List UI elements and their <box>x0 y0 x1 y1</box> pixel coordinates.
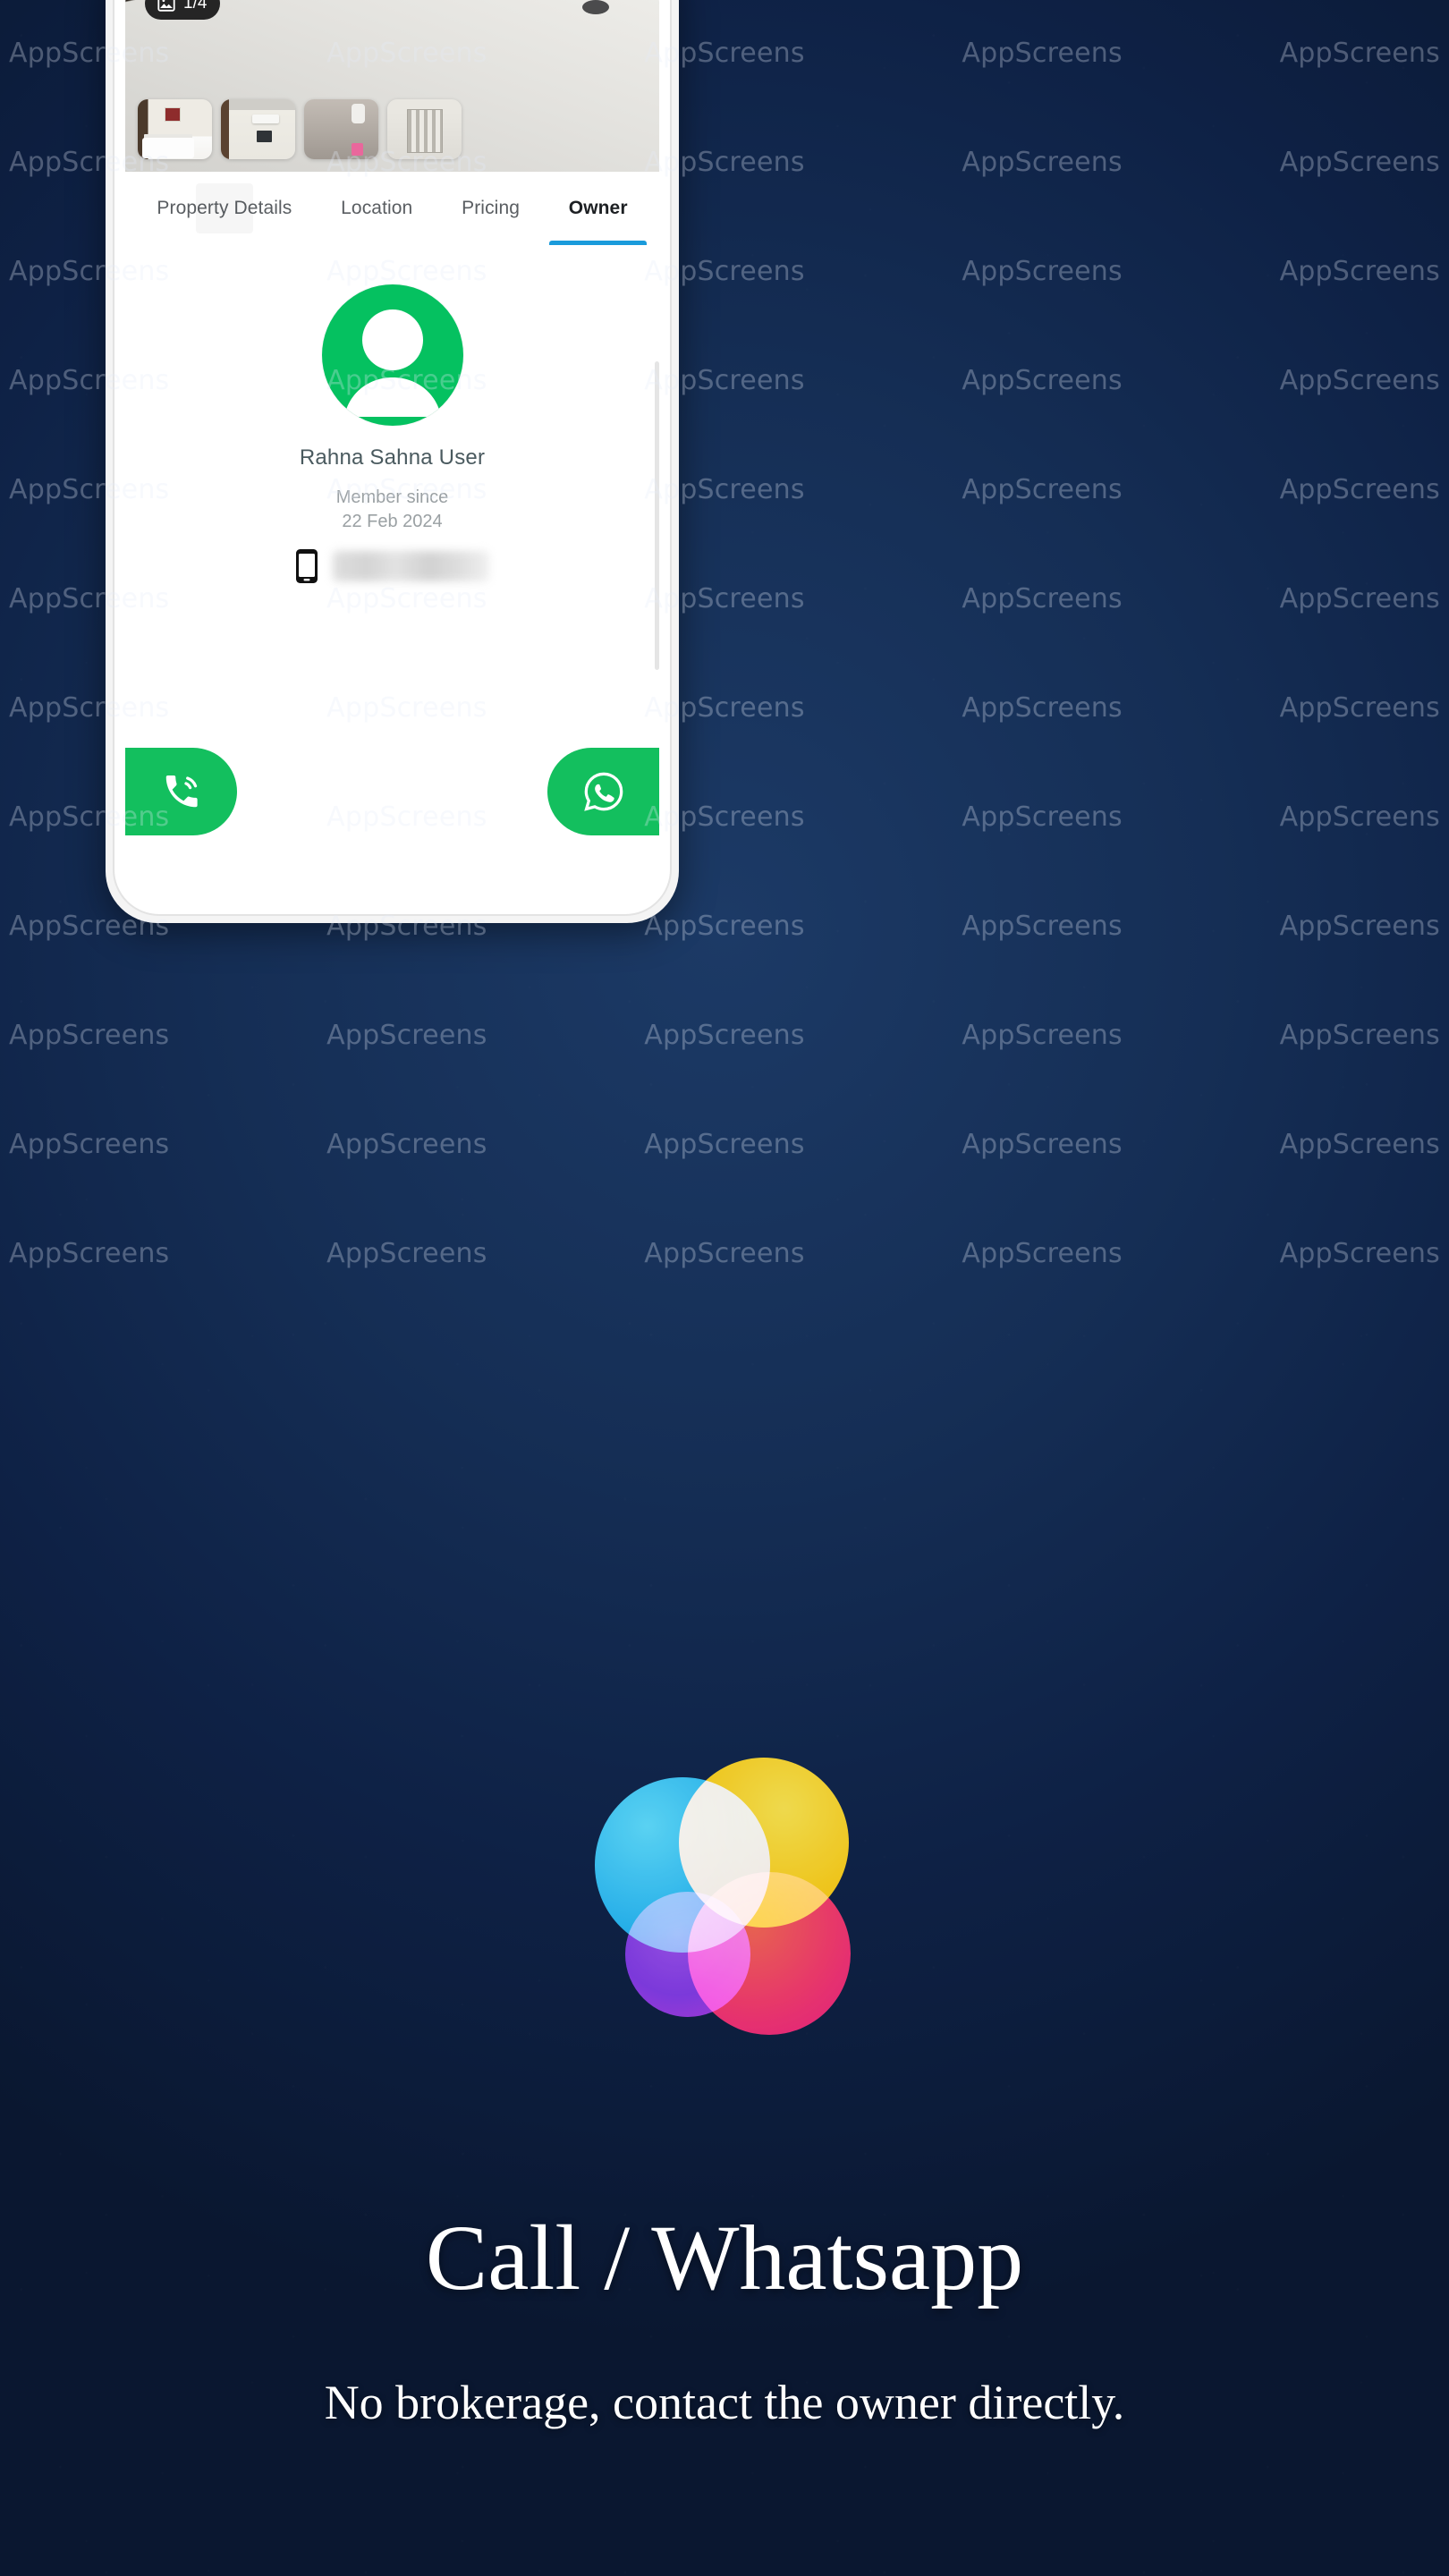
phone-mockup: 1/4 Property Details Location Pricing Ow… <box>106 0 679 923</box>
tab-property-details[interactable]: Property Details <box>132 172 317 245</box>
image-icon <box>157 0 176 13</box>
phone-call-icon <box>165 775 198 808</box>
person-avatar-icon <box>343 309 441 417</box>
tab-label: Owner <box>568 198 628 218</box>
tab-label: Pricing <box>462 198 520 218</box>
tab-ripple <box>196 183 253 233</box>
avatar <box>321 284 463 426</box>
phone-screen: 1/4 Property Details Location Pricing Ow… <box>125 0 659 903</box>
bedroom-thumbnail[interactable] <box>138 99 212 159</box>
scrollbar[interactable] <box>655 361 659 670</box>
tab-owner[interactable]: Owner <box>544 172 652 245</box>
tab-location[interactable]: Location <box>317 172 437 245</box>
mobile-phone-icon <box>295 548 318 584</box>
tab-label: Location <box>341 198 413 218</box>
owner-phone-row[interactable] <box>295 548 489 584</box>
appscreens-logo <box>595 1758 854 2035</box>
image-counter-text: 1/4 <box>183 0 208 13</box>
whatsapp-icon <box>583 772 623 811</box>
caption-title: Call / Whatsapp <box>425 2207 1024 2309</box>
phone-frame: 1/4 Property Details Location Pricing Ow… <box>106 0 679 923</box>
bathroom-thumbnail[interactable] <box>304 99 378 159</box>
owner-name: Rahna Sahna User <box>299 445 486 470</box>
member-since-date: 22 Feb 2024 <box>342 512 443 531</box>
window-thumbnail[interactable] <box>387 99 462 159</box>
property-gallery[interactable]: 1/4 <box>125 0 659 172</box>
image-counter-badge: 1/4 <box>145 0 221 20</box>
caption-subtitle: No brokerage, contact the owner directly… <box>324 2376 1125 2429</box>
member-since-label: Member since <box>335 487 449 507</box>
owner-phone-number-hidden[interactable] <box>333 551 489 581</box>
property-tabs[interactable]: Property Details Location Pricing Owner <box>125 172 659 245</box>
owner-panel: Rahna Sahna User Member since 22 Feb 202… <box>125 245 659 903</box>
logo-blob-purple <box>625 1892 750 2017</box>
call-button[interactable] <box>125 748 237 835</box>
phone-bezel: 1/4 Property Details Location Pricing Ow… <box>113 0 672 916</box>
whatsapp-button[interactable] <box>547 748 659 835</box>
tab-pricing[interactable]: Pricing <box>437 172 545 245</box>
thumbnail-strip[interactable] <box>138 99 462 159</box>
living-room-thumbnail[interactable] <box>221 99 295 159</box>
